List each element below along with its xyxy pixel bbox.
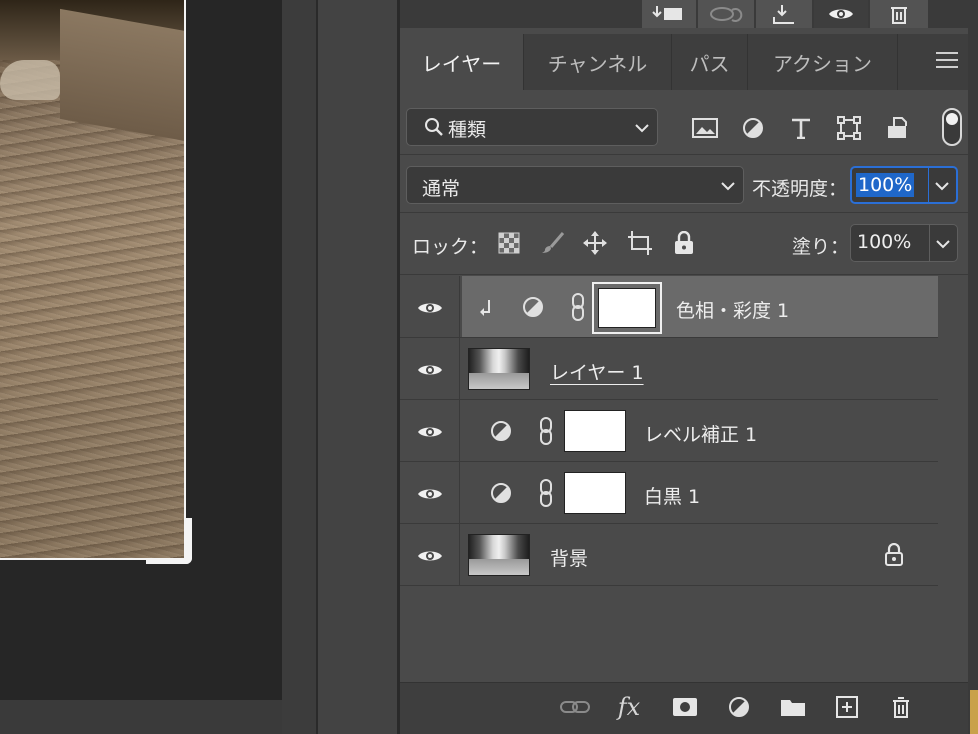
layer-name[interactable]: レイヤー 1: [550, 358, 644, 385]
filter-type-label: 種類: [448, 119, 487, 141]
eye-icon[interactable]: [416, 546, 444, 566]
fill-label: 塗り：: [792, 236, 850, 258]
layer-name[interactable]: 白黒 1: [644, 482, 700, 509]
document-image[interactable]: [0, 0, 186, 560]
tab-paths[interactable]: パス: [672, 34, 748, 90]
layer-name[interactable]: 背景: [550, 544, 588, 571]
field-separator: [928, 168, 929, 202]
filter-toggle-switch[interactable]: [942, 108, 962, 146]
chevron-down-icon[interactable]: [933, 234, 953, 254]
shape-filter-icon[interactable]: [834, 114, 864, 142]
opacity-value[interactable]: 100%: [856, 173, 915, 197]
lock-transparent-icon[interactable]: [496, 230, 522, 256]
opacity-label: 不透明度：: [752, 178, 848, 200]
adjustment-icon: [520, 294, 546, 320]
adjustment-icon: [488, 480, 514, 506]
layer-thumbnail[interactable]: [468, 348, 530, 390]
layer-mask-thumbnail[interactable]: [564, 472, 626, 514]
lock-paint-brush-icon[interactable]: [540, 230, 566, 256]
chain-link-icon[interactable]: [534, 476, 558, 510]
link-layers-icon[interactable]: [558, 690, 592, 724]
import-icon[interactable]: [640, 0, 696, 28]
fill-field[interactable]: 100%: [850, 224, 958, 262]
panel-dock-column: [316, 0, 400, 734]
toggle-knob: [946, 113, 958, 125]
search-icon: [422, 115, 446, 139]
tab-actions[interactable]: アクション: [748, 34, 898, 90]
lock-icon[interactable]: [882, 542, 906, 568]
divider: [400, 274, 968, 275]
adjustment-icon: [488, 418, 514, 444]
divider: [400, 154, 968, 155]
clip-arrow-icon: [478, 296, 494, 318]
hide-link-icon[interactable]: [696, 0, 754, 28]
eye-icon[interactable]: [416, 422, 444, 442]
eye-icon[interactable]: [416, 360, 444, 380]
layer-mask-thumbnail[interactable]: [598, 288, 656, 328]
fill-value[interactable]: 100%: [857, 231, 911, 253]
eye-icon[interactable]: [416, 484, 444, 504]
tab-channels[interactable]: チャンネル: [524, 34, 672, 90]
mask-icon[interactable]: [668, 690, 702, 724]
chevron-down-icon[interactable]: [932, 176, 952, 196]
panel-menu-icon[interactable]: [936, 52, 958, 68]
blend-mode-value: 通常: [422, 178, 461, 200]
type-filter-icon[interactable]: [786, 114, 816, 142]
adjustment-filter-icon[interactable]: [738, 114, 768, 142]
lock-label: ロック：: [412, 236, 489, 258]
panel-scrollbar[interactable]: [968, 0, 978, 734]
layer-thumbnail[interactable]: [468, 534, 530, 576]
tab-layers[interactable]: レイヤー: [400, 34, 524, 90]
layer-mask-thumbnail[interactable]: [564, 410, 626, 452]
trash-icon[interactable]: [868, 0, 928, 28]
chain-link-icon[interactable]: [566, 290, 590, 324]
chevron-down-icon: [632, 118, 652, 138]
new-layer-icon[interactable]: [830, 690, 864, 724]
fx-icon[interactable]: fx: [612, 690, 646, 724]
adjustment-icon[interactable]: [722, 690, 756, 724]
divider: [400, 212, 968, 213]
canvas-scroll-column: [282, 0, 316, 734]
lock-all-icon[interactable]: [672, 230, 696, 256]
chain-link-icon[interactable]: [534, 414, 558, 448]
folder-icon[interactable]: [776, 690, 810, 724]
layer-name[interactable]: 色相・彩度 1: [676, 296, 789, 323]
canvas-status-strip: [0, 700, 282, 734]
canvas-corner-handle[interactable]: [146, 518, 192, 564]
eye-icon[interactable]: [812, 0, 868, 28]
smartobject-filter-icon[interactable]: [882, 114, 912, 142]
lock-artboard-icon[interactable]: [626, 230, 654, 256]
photo-wall: [60, 8, 184, 142]
chevron-down-icon: [718, 176, 738, 196]
image-filter-icon[interactable]: [690, 114, 720, 142]
layer-name[interactable]: レベル補正 1: [644, 420, 757, 447]
download-icon[interactable]: [754, 0, 812, 28]
side-accent: [970, 690, 978, 734]
delete-icon[interactable]: [884, 690, 918, 724]
opacity-field[interactable]: 100%: [850, 166, 958, 204]
photo-light-object: [0, 60, 60, 100]
field-separator: [929, 225, 930, 261]
eye-icon[interactable]: [416, 298, 444, 318]
lock-position-move-icon[interactable]: [582, 230, 608, 256]
